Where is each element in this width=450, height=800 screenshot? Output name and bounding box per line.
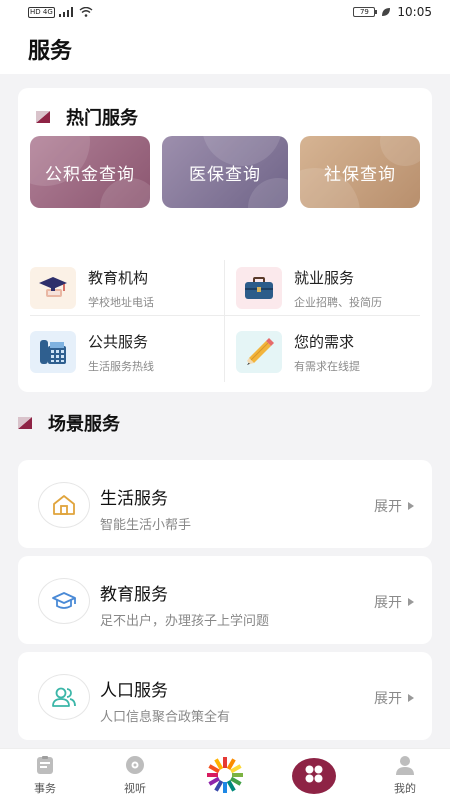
expand-label: 展开	[374, 595, 402, 611]
scene-card-title: 人口服务	[100, 681, 168, 701]
chevron-right-icon	[408, 598, 414, 606]
tab-media[interactable]: 视听	[90, 749, 180, 800]
scene-card-life-service[interactable]: 生活服务 智能生活小帮手 展开	[18, 460, 432, 548]
pencil-icon	[236, 331, 282, 373]
telephone-icon	[30, 331, 76, 373]
tab-affairs[interactable]: 事务	[0, 749, 90, 800]
status-left: HD 4G	[28, 6, 93, 18]
scene-card-education-service[interactable]: 教育服务 足不出户，办理孩子上学问题 展开	[18, 556, 432, 644]
chevron-right-icon	[408, 502, 414, 510]
scene-card-population-service[interactable]: 人口服务 人口信息聚合政策全有 展开	[18, 652, 432, 740]
page-title: 服务	[28, 39, 73, 64]
app-header: 服务	[0, 24, 450, 74]
scene-card-subtitle: 足不出户，办理孩子上学问题	[100, 614, 270, 629]
grid-item-education-institution[interactable]: 教育机构 学校地址电话	[30, 260, 226, 316]
grid-item-title: 就业服务	[294, 268, 355, 287]
network-indicator: HD 4G	[28, 6, 55, 18]
tab-label: 事务	[34, 782, 56, 795]
social-security-query-button[interactable]: 社保查询	[300, 136, 420, 208]
housing-fund-query-button[interactable]: 公积金查询	[30, 136, 150, 208]
tab-home-logo[interactable]	[180, 749, 270, 800]
tab-label: 我的	[394, 782, 416, 795]
signal-icon	[58, 7, 73, 17]
scene-card-subtitle: 智能生活小帮手	[100, 518, 192, 533]
graduation-cap-icon	[30, 267, 76, 309]
status-bar: HD 4G 79 10:05	[0, 0, 450, 24]
medical-insurance-query-button[interactable]: 医保查询	[162, 136, 288, 208]
hot-services-card: 热门服务 公积金查询 医保查询 社保查询 教育机构 学校地址电话 就业服务 企业…	[18, 88, 432, 392]
clock: 10:05	[397, 5, 432, 19]
expand-button[interactable]: 展开	[374, 688, 414, 708]
mortarboard-icon	[38, 578, 90, 624]
services-tab-button[interactable]	[292, 758, 336, 794]
expand-label: 展开	[374, 691, 402, 707]
quick-button-label: 社保查询	[324, 164, 396, 185]
user-icon	[393, 754, 417, 776]
services-grid-icon	[304, 764, 324, 788]
wifi-icon	[79, 7, 93, 17]
expand-button[interactable]: 展开	[374, 496, 414, 516]
briefcase-icon	[236, 267, 282, 309]
home-icon	[38, 482, 90, 528]
grid-item-public-service[interactable]: 公共服务 生活服务热线	[30, 324, 226, 380]
status-right: 79 10:05	[353, 5, 432, 19]
scene-card-subtitle: 人口信息聚合政策全有	[100, 710, 231, 725]
leaf-icon	[382, 8, 391, 16]
expand-label: 展开	[374, 499, 402, 515]
expand-button[interactable]: 展开	[374, 592, 414, 612]
scene-services-title: 场景服务	[48, 414, 120, 435]
scene-card-title: 教育服务	[100, 585, 168, 605]
people-icon	[38, 674, 90, 720]
grid-item-your-needs[interactable]: 您的需求 有需求在线提	[236, 324, 432, 380]
grid-item-subtitle: 学校地址电话	[88, 295, 154, 309]
tab-label: 视听	[124, 782, 146, 795]
battery-icon: 79	[353, 7, 378, 17]
hot-services-title: 热门服务	[66, 108, 138, 129]
quick-button-label: 医保查询	[189, 164, 261, 185]
bottom-tab-bar: 事务 视听 我的	[0, 748, 450, 800]
disc-icon	[123, 754, 147, 776]
chevron-right-icon	[408, 694, 414, 702]
section-flag-icon	[36, 111, 50, 123]
grid-item-title: 您的需求	[294, 332, 355, 351]
scene-card-title: 生活服务	[100, 489, 168, 509]
clipboard-icon	[33, 754, 57, 776]
section-flag-icon	[18, 417, 32, 429]
grid-item-employment[interactable]: 就业服务 企业招聘、投简历	[236, 260, 432, 316]
grid-item-subtitle: 企业招聘、投简历	[294, 295, 382, 309]
hot-services-header: 热门服务	[36, 104, 138, 130]
grid-item-title: 教育机构	[88, 268, 149, 287]
grid-item-subtitle: 生活服务热线	[88, 359, 154, 373]
grid-item-subtitle: 有需求在线提	[294, 359, 360, 373]
scene-services-header: 场景服务	[18, 410, 120, 436]
logo-star-icon	[203, 755, 247, 795]
tab-mine[interactable]: 我的	[360, 749, 450, 800]
quick-button-label: 公积金查询	[45, 164, 135, 185]
grid-item-title: 公共服务	[88, 332, 149, 351]
